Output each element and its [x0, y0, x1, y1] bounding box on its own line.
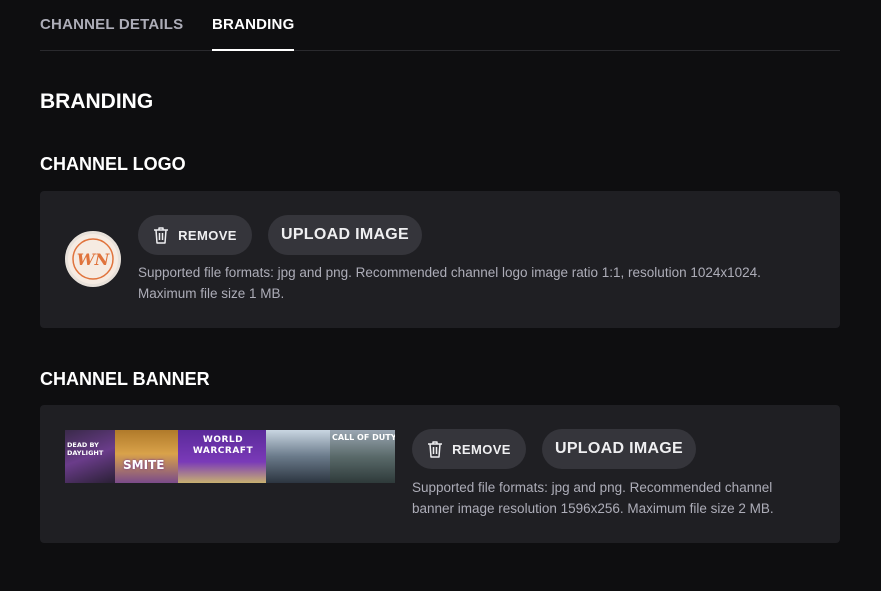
channel-banner-image: DEAD BY DAYLIGHT SMITE WORLD WARCRAFT CA…: [65, 430, 395, 483]
banner-tile-dead-by-daylight: DEAD BY DAYLIGHT: [65, 430, 115, 483]
banner-tile-god-of-war: [266, 430, 330, 483]
banner-tile-smite: SMITE: [115, 430, 178, 483]
banner-tile-warcraft: WORLD WARCRAFT: [178, 430, 266, 483]
logo-remove-label: REMOVE: [178, 227, 237, 243]
channel-logo-card: WN REMOVE UPLOAD IMAGE Supported file fo…: [40, 191, 840, 328]
logo-help-line-2: Maximum file size 1 MB.: [138, 286, 285, 301]
tab-bar: CHANNEL DETAILS BRANDING: [40, 0, 840, 51]
banner-upload-button[interactable]: UPLOAD IMAGE: [542, 429, 696, 469]
channel-logo-title: CHANNEL LOGO: [40, 154, 186, 174]
tab-channel-details[interactable]: CHANNEL DETAILS: [40, 16, 183, 50]
banner-tile-call-of-duty: CALL OF DUTY 2: [330, 430, 395, 483]
logo-text: WN: [77, 250, 111, 269]
trash-icon: [428, 441, 443, 458]
logo-help-line-1: Supported file formats: jpg and png. Rec…: [138, 265, 761, 280]
logo-help-text: Supported file formats: jpg and png. Rec…: [138, 262, 828, 304]
channel-logo-image: WN: [72, 238, 114, 280]
banner-remove-label: REMOVE: [452, 441, 511, 457]
page-title: BRANDING: [40, 90, 154, 113]
tab-branding[interactable]: BRANDING: [212, 16, 295, 51]
banner-remove-button[interactable]: REMOVE: [412, 429, 526, 469]
channel-logo-avatar: WN: [65, 231, 121, 287]
logo-upload-button[interactable]: UPLOAD IMAGE: [268, 215, 422, 255]
trash-icon: [154, 227, 169, 244]
banner-help-text: Supported file formats: jpg and png. Rec…: [412, 477, 822, 519]
banner-help-line-1: Supported file formats: jpg and png. Rec…: [412, 480, 773, 495]
channel-banner-card: DEAD BY DAYLIGHT SMITE WORLD WARCRAFT CA…: [40, 405, 840, 543]
channel-banner-title: CHANNEL BANNER: [40, 369, 210, 389]
logo-remove-button[interactable]: REMOVE: [138, 215, 252, 255]
banner-help-line-2: banner image resolution 1596x256. Maximu…: [412, 501, 774, 516]
